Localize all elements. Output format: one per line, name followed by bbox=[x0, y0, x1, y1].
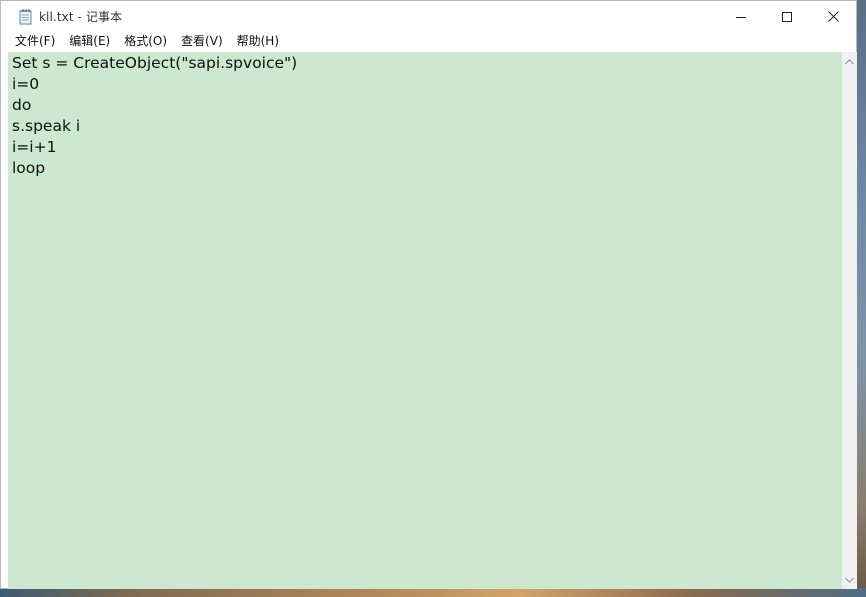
menu-view[interactable]: 查看(V) bbox=[174, 32, 230, 51]
menu-file[interactable]: 文件(F) bbox=[8, 32, 62, 51]
window-title: kll.txt - 记事本 bbox=[39, 10, 123, 24]
maximize-button[interactable] bbox=[764, 1, 810, 32]
editor-line: s.speak i bbox=[12, 117, 81, 135]
menu-format[interactable]: 格式(O) bbox=[117, 32, 174, 51]
notepad-window: kll.txt - 记事本 文件(F) 编辑(E) 格式(O) 查看(V) 帮助… bbox=[0, 0, 857, 589]
close-icon bbox=[827, 11, 839, 22]
editor-line: do bbox=[12, 96, 32, 114]
editor-line: i=i+1 bbox=[12, 138, 57, 156]
scroll-up-arrow-icon bbox=[845, 58, 854, 64]
desktop-background bbox=[0, 588, 866, 597]
menu-help[interactable]: 帮助(H) bbox=[230, 32, 286, 51]
menu-bar: 文件(F) 编辑(E) 格式(O) 查看(V) 帮助(H) bbox=[1, 32, 856, 51]
maximize-icon bbox=[782, 11, 792, 22]
notepad-icon[interactable] bbox=[17, 8, 33, 25]
menu-edit[interactable]: 编辑(E) bbox=[62, 32, 117, 51]
minimize-icon bbox=[736, 16, 746, 18]
window-controls bbox=[718, 1, 856, 32]
title-bar[interactable]: kll.txt - 记事本 bbox=[1, 1, 856, 32]
close-button[interactable] bbox=[810, 1, 856, 32]
scroll-up-button[interactable] bbox=[842, 54, 857, 69]
editor-line: loop bbox=[12, 159, 46, 177]
scroll-down-button[interactable] bbox=[842, 572, 857, 587]
editor-line: i=0 bbox=[12, 75, 40, 93]
minimize-button[interactable] bbox=[718, 1, 764, 32]
text-editor-area[interactable]: Set s = CreateObject("sapi.spvoice") i=0… bbox=[8, 52, 842, 589]
scroll-down-arrow-icon bbox=[845, 577, 854, 583]
editor-line: Set s = CreateObject("sapi.spvoice") bbox=[12, 54, 298, 72]
vertical-scrollbar[interactable] bbox=[842, 52, 857, 589]
